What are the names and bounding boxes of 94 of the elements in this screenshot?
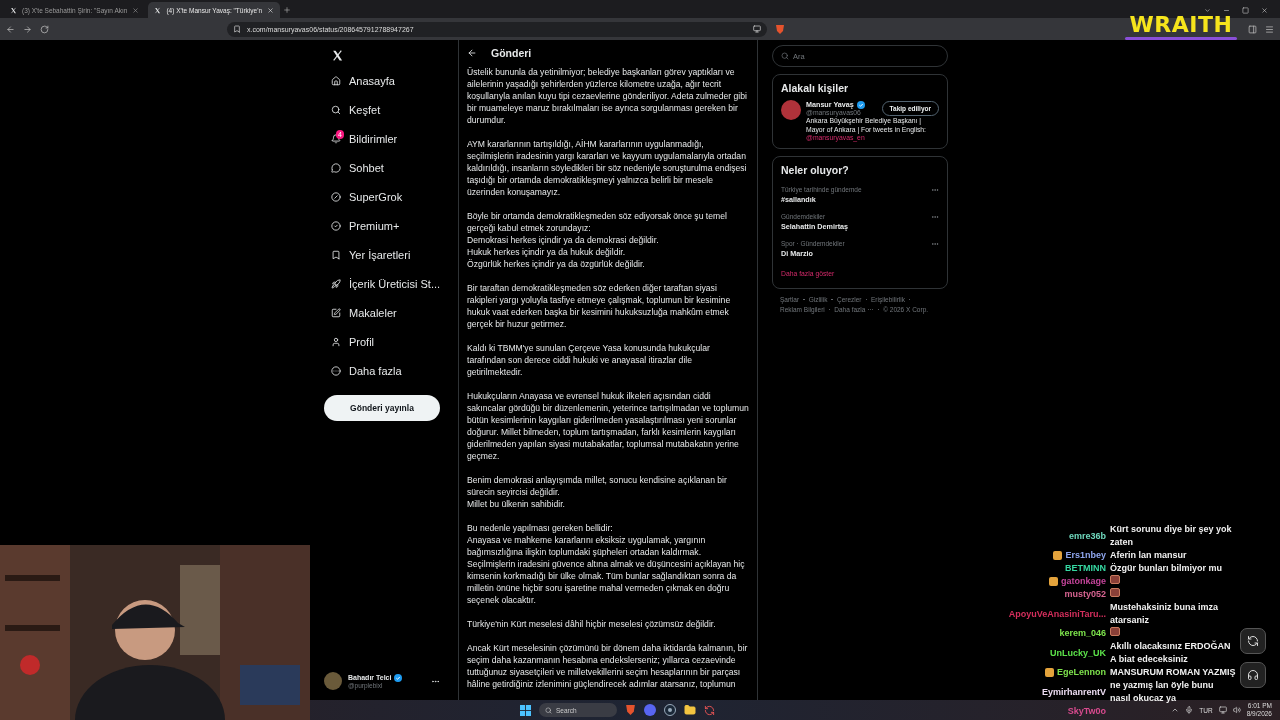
chat-message: Mustehaksiniz buna imza atarsaniz: [1110, 601, 1220, 627]
chat-username[interactable]: Ers1nbey: [1065, 549, 1106, 562]
post-button[interactable]: Gönderi yayınla: [324, 395, 440, 421]
chat-username[interactable]: gatonkage: [1061, 575, 1106, 588]
chat-username[interactable]: ApoyuVeAnasiniTaru...: [1008, 607, 1106, 621]
chevron-down-icon[interactable]: [1204, 7, 1211, 14]
close-icon[interactable]: [267, 6, 275, 14]
monitor-icon[interactable]: [1218, 706, 1227, 714]
card-title: Alakalı kişiler: [781, 82, 850, 94]
shield-icon[interactable]: [625, 704, 636, 716]
x-logo-icon[interactable]: [331, 48, 344, 62]
shield-icon[interactable]: [775, 23, 785, 35]
sync-icon: [1247, 635, 1259, 647]
headphones-icon: [1247, 669, 1259, 681]
slashed-circle-icon: [331, 191, 341, 202]
avatar[interactable]: [781, 100, 801, 120]
microphone-icon[interactable]: [1185, 706, 1194, 714]
chat-username[interactable]: musty052: [1064, 588, 1106, 601]
sidebar-icon[interactable]: [1248, 24, 1257, 34]
bookmark-icon: [331, 249, 341, 260]
verified-icon: [394, 673, 403, 682]
verified-icon: [856, 100, 865, 109]
nav-item[interactable]: Yer İşaretleri: [324, 240, 440, 269]
overlay-button[interactable]: [1240, 628, 1266, 654]
nav-item[interactable]: İçerik Üreticisi St...: [324, 269, 440, 298]
bell-icon: [331, 133, 341, 144]
post-paragraph: Hukukçuların Anayasa ve evrensel hukuk ilkeleri açısından ciddi sakıncalar gördüğü bir düzenlemenin, yeterince tartışılmadan ve toplumun bütün kesimlerinin kaygıları giderilmeden yasalaştırılması yeni sorunlar doğurur. Millet bilmeden, toplum tartışmadan, farklı kesimlerin kaygıları giderilmeden yapılan siyasi mutabakatlar, toplumsal mutabakatın yerine geçmez.: [467, 390, 749, 462]
rocket-icon: [331, 278, 341, 289]
post-paragraph: Böyle bir ortamda demokratikleşmeden söz ediyorsak önce şu temel gerçeği kabul etmek zorundayız: Demokrasi herkes içindir ya da demokrasi değildir. Hukuk herkes içindir ya da hukuk değildir. Özgürlük herkes içindir ya da özgürlük değildir.: [467, 210, 728, 270]
nav-item[interactable]: Daha fazla: [324, 356, 440, 385]
menu-icon[interactable]: [1265, 24, 1274, 34]
monitor-icon[interactable]: [753, 25, 761, 33]
nav-item[interactable]: Sohbet: [324, 153, 440, 182]
nav-item[interactable]: Profil: [324, 327, 440, 356]
post-paragraph: Bu nedenle yapılması gereken bellidir: Anayasa ve mahkeme kararlarını eksiksiz uygulamak, yargının bağımsızlığına ilişkin toplumdaki şüpheleri ortadan kaldırmak. Seçilmişlerin iradesini güvence altına almak ve düşüncesini açıklayan hiç kimsenin korkmadığı bir ülke olmak. Tüm bunlar sağlandıktan sonra da milletin önüne hiçbir soru işaretine mahal vermeden çıkmak en doğru seçenek olacaktır.: [467, 522, 746, 606]
chat-message: MANSURUM ROMAN YAZMIŞ: [1110, 666, 1236, 679]
check-circle-icon: [331, 220, 341, 231]
chat-username[interactable]: EymirhanrentV: [1041, 685, 1106, 699]
pen-document-icon: [331, 307, 341, 318]
volume-icon[interactable]: [1232, 706, 1241, 714]
search-icon: [331, 104, 341, 115]
stream-logo: WRAITH: [1129, 13, 1233, 37]
close-icon[interactable]: [1261, 7, 1268, 14]
minimize-icon[interactable]: [1223, 7, 1230, 14]
chat-username[interactable]: UnLucky_UK: [1050, 646, 1106, 660]
post-paragraph: Üstelik bununla da yetinilmiyor; belediye başkanları görev yaptıkları ve ailelerinin yaşadığı şehirlerden yüzlerce kilometre uzağa, ağır tecrit koşullarıyla anılan kuyu tipi cezaevlerine gönderiliyor. Adeta zulmeder gibi bir muameleye maruz bırakılmaları ise ayrıca sorgulanması gereken bir durumdur.: [467, 66, 748, 126]
speech-bubble-icon: [331, 162, 341, 173]
chat-message: Aferin lan mansur: [1110, 549, 1188, 562]
x-logo-icon[interactable]: [154, 6, 162, 14]
new-tab-icon[interactable]: [283, 6, 292, 14]
chat-message: Akıllı olacaksınız ERDOĞAN A biat edeceksiniz: [1110, 640, 1232, 666]
chat-username[interactable]: BETMINN: [1065, 562, 1106, 575]
overlay-button[interactable]: [1240, 662, 1266, 688]
chat-message: Özgür bunları bilmiyor mu: [1110, 562, 1223, 575]
post-paragraph: AYM kararlarının tartışıldığı, AİHM kararlarının uygulanmadığı, seçilmişlerin iradesinin yargı kararları ve kayyum uygulamalarıyla ortadan kaldırıldığı, insanların söyledikleri bir söz nedeniyle soruşturulma endişesi taşıdığı bir ortamda demokratikleşmeyi yalnızca belirli bir mesele üzerinden konuşamayız.: [467, 138, 748, 198]
person-icon: [331, 336, 341, 347]
search-icon: [781, 52, 789, 60]
home-icon: [331, 75, 341, 86]
sync-icon[interactable]: [704, 704, 715, 716]
chat-username[interactable]: SkyTw0o: [1067, 705, 1106, 718]
disc-icon[interactable]: [664, 704, 676, 716]
post-paragraph: Benim demokrasi anlayışımda millet, sonucu kendisine açıklanan bir sürecin seyircisi değildir. Millet bu ülkenin sahibidir.: [467, 474, 728, 510]
card-title: Neler oluyor?: [781, 164, 850, 176]
post-paragraph: Bir taraftan demokratikleşmeden söz ederken diğer taraftan siyasi rakipleri yargı yoluyla tasfiye etmeye çalışmak, toplumun bir kesimine hukuk vaat ederken başka bir kesimini hukuksuzluğa mahkûm etmek gerçek bir huzur getirmez.: [467, 282, 732, 330]
x-logo-icon[interactable]: [10, 6, 17, 14]
post-paragraph: Kaldı ki TBMM'ye sunulan Çerçeve Yasa konusunda hukukçular tarafından son derece ciddi hukuki ve anayasal itirazlar dile getirilmektedir.: [467, 342, 711, 378]
folder-icon[interactable]: [684, 704, 696, 716]
nav-item[interactable]: Keşfet: [324, 95, 440, 124]
bookmark-icon[interactable]: [233, 25, 241, 33]
maximize-icon[interactable]: [1242, 7, 1249, 14]
emote-icon: [1110, 627, 1120, 636]
post-paragraph: Türkiye'nin Kürt meselesi dâhil hiçbir meselesi çözümsüz değildir.: [467, 618, 717, 630]
chevron-up-icon[interactable]: [1171, 706, 1180, 714]
nav-item[interactable]: SuperGrok: [324, 182, 440, 211]
back-icon[interactable]: [6, 24, 15, 34]
chat-username[interactable]: kerem_046: [1059, 627, 1106, 640]
page-title: Gönderi: [491, 47, 532, 59]
nav-item[interactable]: Premium+: [324, 211, 440, 240]
nav-item[interactable]: Anasayfa: [324, 66, 440, 95]
chat-message: ne yazmış lan öyle bunu nasıl okucaz ya: [1110, 679, 1215, 705]
search-icon: [545, 706, 552, 714]
nav-item[interactable]: Makaleler: [324, 298, 440, 327]
chat-app-icon[interactable]: [644, 704, 656, 716]
post-paragraph: Ancak Kürt meselesinin çözümünü bir dönem daha iktidarda kalmanın, bir seçim daha kazanmanın hesabına endekslerseniz; yıllarca cezaevinde tuttuğunuz siyasetçileri ve milletvekillerini seçim hesaplarının bir parçası hâline getirdiğiniz izlenimini güçlendirecek adımlar atarsanız, toplumun: [467, 642, 749, 690]
close-icon[interactable]: [132, 6, 140, 14]
avatar[interactable]: [324, 672, 342, 690]
back-arrow-icon[interactable]: [467, 48, 477, 58]
forward-icon[interactable]: [23, 24, 32, 34]
windows-icon[interactable]: [520, 704, 531, 716]
chat-username[interactable]: EgeLennon: [1057, 666, 1106, 679]
reload-icon[interactable]: [40, 24, 49, 34]
chat-message: Kürt sorunu diye bir şey yok zaten: [1110, 523, 1233, 549]
chat-username[interactable]: emre36b: [1068, 529, 1106, 543]
more-icon: [331, 365, 341, 376]
